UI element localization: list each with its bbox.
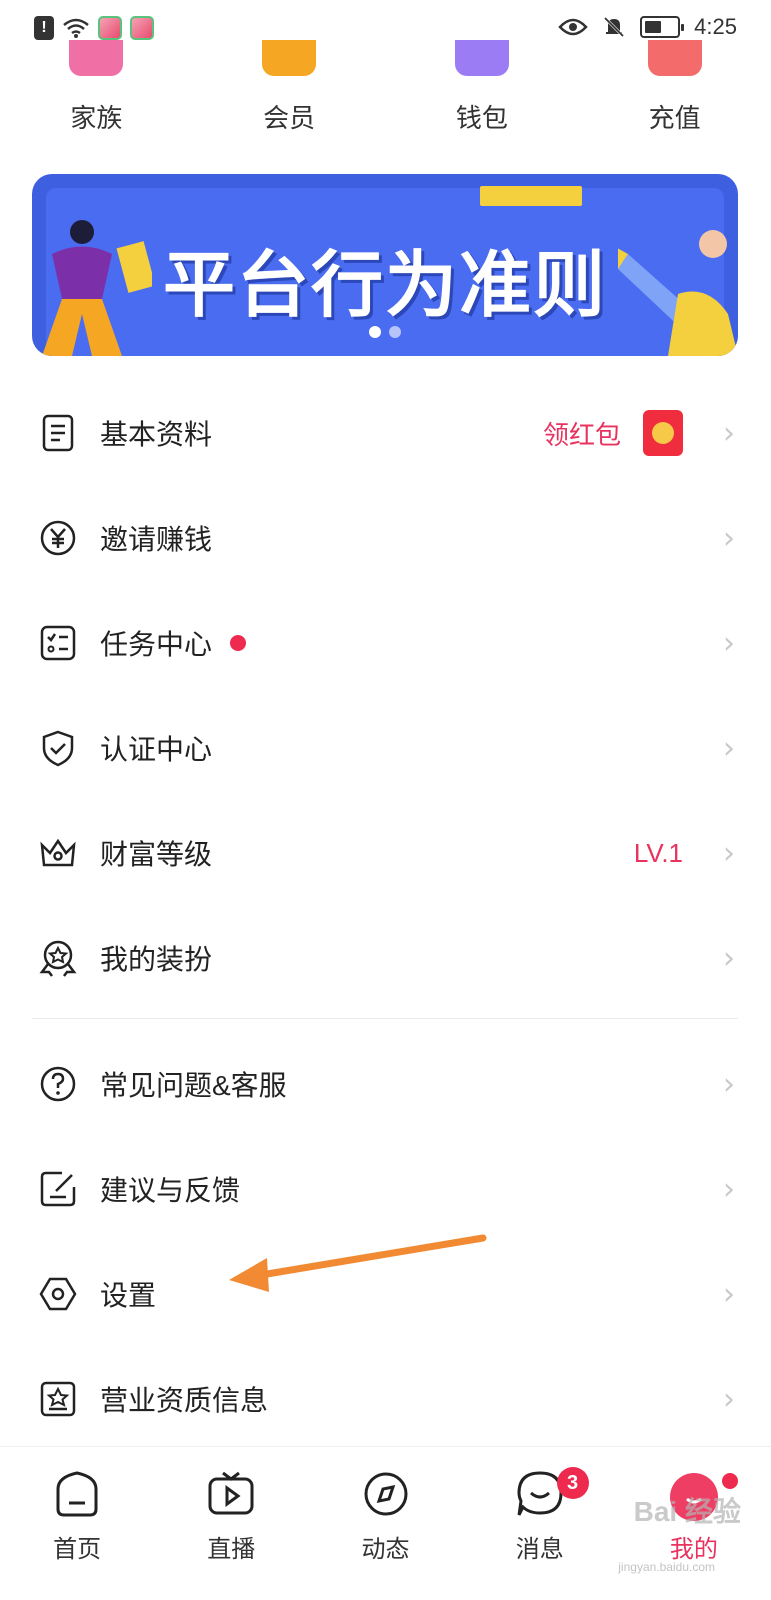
menu-item-verify[interactable]: 认证中心 › [0,708,771,788]
edit-note-icon [40,1171,76,1207]
eye-icon [558,18,588,36]
menu-label: 认证中心 [100,734,213,765]
compass-icon [364,1472,407,1516]
nav-home[interactable]: 首页 [0,1447,154,1600]
watermark: Bai 经验 [633,1496,741,1527]
home-icon [56,1471,98,1517]
battery-icon [640,16,685,38]
wallet-icon [454,40,509,76]
chevron-right-icon: › [723,835,735,871]
notification-dot [721,1473,738,1489]
chevron-right-icon: › [723,1066,735,1102]
chevron-right-icon: › [723,1381,735,1417]
section-divider [32,1018,738,1019]
nav-feed[interactable]: 动态 [308,1447,462,1600]
menu-item-invite[interactable]: 邀请赚钱 › [0,498,771,578]
menu-item-tasks[interactable]: 任务中心 › [0,603,771,683]
wifi-icon [63,18,89,38]
tv-play-icon [208,1471,254,1515]
chevron-right-icon: › [723,415,735,451]
vip-icon [262,40,317,76]
shield-check-icon [42,730,74,767]
quick-actions: 家族 会员 钱包 充值 [0,40,771,150]
nav-label: 直播 [207,1536,256,1563]
recharge-icon [647,40,702,76]
yuan-coin-icon [40,520,76,556]
clock: 4:25 [694,14,737,39]
carousel-dot[interactable] [369,326,381,338]
chevron-right-icon: › [723,940,735,976]
notification-dot [230,635,246,651]
menu-label: 建议与反馈 [100,1175,241,1206]
chevron-right-icon: › [723,520,735,556]
message-count-badge: 3 [556,1467,589,1499]
chevron-right-icon: › [723,730,735,766]
menu-label: 我的装扮 [100,944,213,975]
bell-muted-icon [604,16,625,38]
carousel-dot[interactable] [389,326,401,338]
settings-hexagon-icon [39,1277,77,1311]
nav-live[interactable]: 直播 [154,1447,308,1600]
quick-family[interactable]: 家族 [0,40,193,150]
watermark-url: jingyan.baidu.com [618,1560,715,1574]
menu-label: 设置 [100,1280,157,1311]
menu-item-faq[interactable]: 常见问题&客服 › [0,1044,771,1124]
menu-label: 基本资料 [100,419,213,450]
chevron-right-icon: › [723,1276,735,1312]
menu-label: 任务中心 [100,629,213,660]
red-packet-promo[interactable]: 领红包 [543,415,621,452]
chevron-right-icon: › [723,625,735,661]
quick-recharge[interactable]: 充值 [578,40,771,150]
help-icon [40,1066,76,1102]
red-packet-icon[interactable] [643,410,683,456]
menu-item-profile[interactable]: 基本资料 领红包 › [0,393,771,473]
menu-label: 邀请赚钱 [100,524,213,555]
ruler-illustration [480,186,582,206]
certificate-icon [40,1381,76,1417]
quick-label: 会员 [263,103,316,133]
annotation-arrow [229,1234,487,1292]
badge-icon [39,940,77,977]
quick-label: 家族 [70,103,123,133]
app-notification-icon [98,16,122,40]
nav-label: 消息 [515,1536,564,1563]
crown-icon [40,838,76,867]
menu-item-dressup[interactable]: 我的装扮 › [0,918,771,998]
nav-messages[interactable]: 3 消息 [463,1447,617,1600]
nav-label: 我的 [669,1536,718,1563]
document-icon [42,414,74,452]
menu-label: 营业资质信息 [100,1385,269,1416]
menu-item-feedback[interactable]: 建议与反馈 › [0,1149,771,1229]
nav-label: 动态 [361,1536,410,1563]
menu-item-license[interactable]: 营业资质信息 › [0,1359,771,1439]
menu-label: 财富等级 [100,839,213,870]
menu-item-wealth[interactable]: 财富等级 LV.1 › [0,813,771,893]
nav-label: 首页 [53,1536,102,1563]
app-notification-icon [130,16,154,40]
alert-icon: ! [34,16,54,40]
carousel-dots [32,326,738,338]
quick-vip[interactable]: 会员 [193,40,386,150]
family-icon [69,40,124,76]
wealth-level: LV.1 [633,837,683,868]
status-left: ! [34,16,154,40]
quick-wallet[interactable]: 钱包 [386,40,579,150]
quick-label: 钱包 [455,103,508,133]
checklist-icon [40,625,76,661]
menu-label: 常见问题&客服 [100,1070,287,1101]
banner-carousel[interactable]: 平台行为准则 [32,174,738,356]
quick-label: 充值 [648,103,701,133]
chevron-right-icon: › [723,1171,735,1207]
status-right: 4:25 [558,14,737,40]
